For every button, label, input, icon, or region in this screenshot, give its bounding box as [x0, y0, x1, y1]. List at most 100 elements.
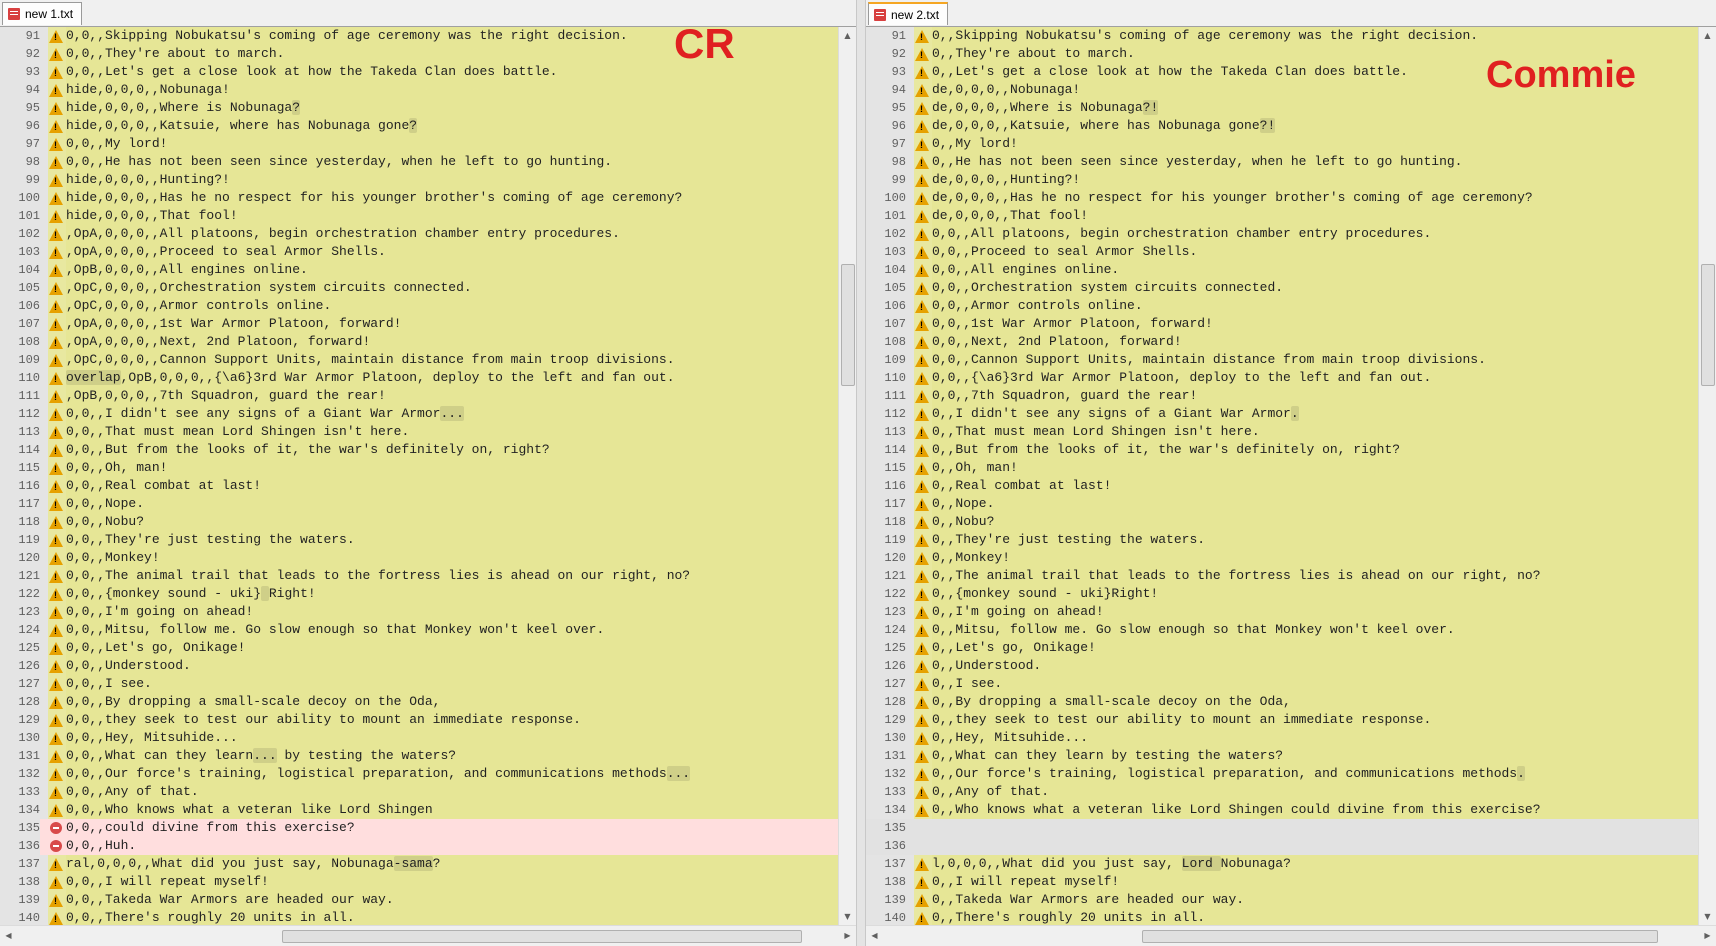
- text-lines[interactable]: 91 0,0,,Skipping Nobukatsu's coming of ag…: [0, 27, 838, 925]
- text-line[interactable]: 131 0,0,,What can they learn... by testin…: [0, 747, 838, 765]
- text-line[interactable]: 110 overlap,OpB,0,0,0,,{\a6}3rd War Armor…: [0, 369, 838, 387]
- text-line[interactable]: 137 ral,0,0,0,,What did you just say, Nob…: [0, 855, 838, 873]
- text-line[interactable]: 97 0,,My lord!: [866, 135, 1698, 153]
- text-line[interactable]: 121 0,0,,The animal trail that leads to t…: [0, 567, 838, 585]
- text-line[interactable]: 97 0,0,,My lord!: [0, 135, 838, 153]
- text-line[interactable]: 119 0,0,,They're just testing the waters.: [0, 531, 838, 549]
- text-line[interactable]: 140 0,,There's roughly 20 units in all.: [866, 909, 1698, 925]
- text-line[interactable]: 138 0,0,,I will repeat myself!: [0, 873, 838, 891]
- text-line[interactable]: 122 0,,{monkey sound - uki}Right!: [866, 585, 1698, 603]
- text-line[interactable]: 129 0,,they seek to test our ability to m…: [866, 711, 1698, 729]
- text-line[interactable]: 124 0,,Mitsu, follow me. Go slow enough s…: [866, 621, 1698, 639]
- text-line[interactable]: 131 0,,What can they learn by testing the…: [866, 747, 1698, 765]
- text-line[interactable]: 118 0,0,,Nobu?: [0, 513, 838, 531]
- tab-new-2[interactable]: new 2.txt: [868, 2, 949, 25]
- text-line[interactable]: 94 hide,0,0,0,,Nobunaga!: [0, 81, 838, 99]
- scroll-up-arrow-icon[interactable]: ▲: [839, 27, 856, 44]
- text-line[interactable]: 119 0,,They're just testing the waters.: [866, 531, 1698, 549]
- text-line[interactable]: 133 0,,Any of that.: [866, 783, 1698, 801]
- text-line[interactable]: 107 0,0,,1st War Armor Platoon, forward!: [866, 315, 1698, 333]
- text-line[interactable]: 121 0,,The animal trail that leads to the…: [866, 567, 1698, 585]
- text-line[interactable]: 101 de,0,0,0,,That fool!: [866, 207, 1698, 225]
- text-line[interactable]: 139 0,,Takeda War Armors are headed our w…: [866, 891, 1698, 909]
- text-line[interactable]: 130 0,,Hey, Mitsuhide...: [866, 729, 1698, 747]
- text-line[interactable]: 101 hide,0,0,0,,That fool!: [0, 207, 838, 225]
- scroll-thumb-horizontal[interactable]: [282, 930, 802, 943]
- tab-new-1[interactable]: new 1.txt: [2, 2, 83, 25]
- text-line[interactable]: 107 ,OpA,0,0,0,,1st War Armor Platoon, fo…: [0, 315, 838, 333]
- text-line[interactable]: 138 0,,I will repeat myself!: [866, 873, 1698, 891]
- scroll-right-arrow-icon[interactable]: ▶: [839, 926, 856, 946]
- text-line[interactable]: 128 0,,By dropping a small-scale decoy on…: [866, 693, 1698, 711]
- text-line[interactable]: 132 0,0,,Our force's training, logistical…: [0, 765, 838, 783]
- text-line[interactable]: 124 0,0,,Mitsu, follow me. Go slow enough…: [0, 621, 838, 639]
- text-line[interactable]: 117 0,0,,Nope.: [0, 495, 838, 513]
- text-line[interactable]: 100 de,0,0,0,,Has he no respect for his y…: [866, 189, 1698, 207]
- scroll-left-arrow-icon[interactable]: ◀: [0, 926, 17, 946]
- scroll-down-arrow-icon[interactable]: ▼: [839, 908, 856, 925]
- text-line[interactable]: 133 0,0,,Any of that.: [0, 783, 838, 801]
- text-line[interactable]: 135: [866, 819, 1698, 837]
- vertical-scrollbar[interactable]: ▲ ▼: [838, 27, 856, 925]
- scroll-thumb-horizontal[interactable]: [1142, 930, 1658, 943]
- text-line[interactable]: 136 0,0,,Huh.: [0, 837, 838, 855]
- text-line[interactable]: 108 ,OpA,0,0,0,,Next, 2nd Platoon, forwar…: [0, 333, 838, 351]
- text-line[interactable]: 123 0,,I'm going on ahead!: [866, 603, 1698, 621]
- text-line[interactable]: 120 0,,Monkey!: [866, 549, 1698, 567]
- text-line[interactable]: 104 0,0,,All engines online.: [866, 261, 1698, 279]
- text-line[interactable]: 137 l,0,0,0,,What did you just say, Lord …: [866, 855, 1698, 873]
- scroll-down-arrow-icon[interactable]: ▼: [1699, 908, 1716, 925]
- text-line[interactable]: 127 0,,I see.: [866, 675, 1698, 693]
- text-line[interactable]: 114 0,,But from the looks of it, the war'…: [866, 441, 1698, 459]
- text-line[interactable]: 139 0,0,,Takeda War Armors are headed our…: [0, 891, 838, 909]
- text-line[interactable]: 98 0,,He has not been seen since yesterda…: [866, 153, 1698, 171]
- editor-right[interactable]: 91 0,,Skipping Nobukatsu's coming of age …: [866, 27, 1716, 925]
- text-line[interactable]: 126 0,0,,Understood.: [0, 657, 838, 675]
- text-line[interactable]: 130 0,0,,Hey, Mitsuhide...: [0, 729, 838, 747]
- text-lines[interactable]: 91 0,,Skipping Nobukatsu's coming of age …: [866, 27, 1698, 925]
- scroll-left-arrow-icon[interactable]: ◀: [866, 926, 883, 946]
- text-line[interactable]: 96 de,0,0,0,,Katsuie, where has Nobunaga …: [866, 117, 1698, 135]
- text-line[interactable]: 103 ,OpA,0,0,0,,Proceed to seal Armor She…: [0, 243, 838, 261]
- text-line[interactable]: 125 0,,Let's go, Onikage!: [866, 639, 1698, 657]
- editor-left[interactable]: 91 0,0,,Skipping Nobukatsu's coming of ag…: [0, 27, 856, 925]
- text-line[interactable]: 111 ,OpB,0,0,0,,7th Squadron, guard the r…: [0, 387, 838, 405]
- text-line[interactable]: 113 0,,That must mean Lord Shingen isn't …: [866, 423, 1698, 441]
- text-line[interactable]: 95 de,0,0,0,,Where is Nobunaga?!: [866, 99, 1698, 117]
- text-line[interactable]: 114 0,0,,But from the looks of it, the wa…: [0, 441, 838, 459]
- text-line[interactable]: 102 ,OpA,0,0,0,,All platoons, begin orche…: [0, 225, 838, 243]
- text-line[interactable]: 120 0,0,,Monkey!: [0, 549, 838, 567]
- text-line[interactable]: 116 0,,Real combat at last!: [866, 477, 1698, 495]
- text-line[interactable]: 109 0,0,,Cannon Support Units, maintain d…: [866, 351, 1698, 369]
- text-line[interactable]: 128 0,0,,By dropping a small-scale decoy …: [0, 693, 838, 711]
- text-line[interactable]: 109 ,OpC,0,0,0,,Cannon Support Units, mai…: [0, 351, 838, 369]
- text-line[interactable]: 140 0,0,,There's roughly 20 units in all.: [0, 909, 838, 925]
- text-line[interactable]: 108 0,0,,Next, 2nd Platoon, forward!: [866, 333, 1698, 351]
- text-line[interactable]: 116 0,0,,Real combat at last!: [0, 477, 838, 495]
- text-line[interactable]: 96 hide,0,0,0,,Katsuie, where has Nobunag…: [0, 117, 838, 135]
- scroll-thumb[interactable]: [841, 264, 855, 386]
- text-line[interactable]: 110 0,0,,{\a6}3rd War Armor Platoon, depl…: [866, 369, 1698, 387]
- text-line[interactable]: 103 0,0,,Proceed to seal Armor Shells.: [866, 243, 1698, 261]
- scroll-thumb[interactable]: [1701, 264, 1715, 386]
- text-line[interactable]: 132 0,,Our force's training, logistical p…: [866, 765, 1698, 783]
- text-line[interactable]: 105 ,OpC,0,0,0,,Orchestration system circ…: [0, 279, 838, 297]
- text-line[interactable]: 123 0,0,,I'm going on ahead!: [0, 603, 838, 621]
- text-line[interactable]: 135 0,0,,could divine from this exercise?: [0, 819, 838, 837]
- text-line[interactable]: 118 0,,Nobu?: [866, 513, 1698, 531]
- text-line[interactable]: 111 0,0,,7th Squadron, guard the rear!: [866, 387, 1698, 405]
- text-line[interactable]: 126 0,,Understood.: [866, 657, 1698, 675]
- text-line[interactable]: 134 0,0,,Who knows what a veteran like Lo…: [0, 801, 838, 819]
- text-line[interactable]: 113 0,0,,That must mean Lord Shingen isn'…: [0, 423, 838, 441]
- text-line[interactable]: 127 0,0,,I see.: [0, 675, 838, 693]
- text-line[interactable]: 115 0,,Oh, man!: [866, 459, 1698, 477]
- text-line[interactable]: 95 hide,0,0,0,,Where is Nobunaga?: [0, 99, 838, 117]
- text-line[interactable]: 99 de,0,0,0,,Hunting?!: [866, 171, 1698, 189]
- vertical-scrollbar[interactable]: ▲ ▼: [1698, 27, 1716, 925]
- text-line[interactable]: 129 0,0,,they seek to test our ability to…: [0, 711, 838, 729]
- text-line[interactable]: 106 ,OpC,0,0,0,,Armor controls online.: [0, 297, 838, 315]
- text-line[interactable]: 134 0,,Who knows what a veteran like Lord…: [866, 801, 1698, 819]
- text-line[interactable]: 115 0,0,,Oh, man!: [0, 459, 838, 477]
- pane-splitter[interactable]: [856, 0, 866, 946]
- scroll-right-arrow-icon[interactable]: ▶: [1699, 926, 1716, 946]
